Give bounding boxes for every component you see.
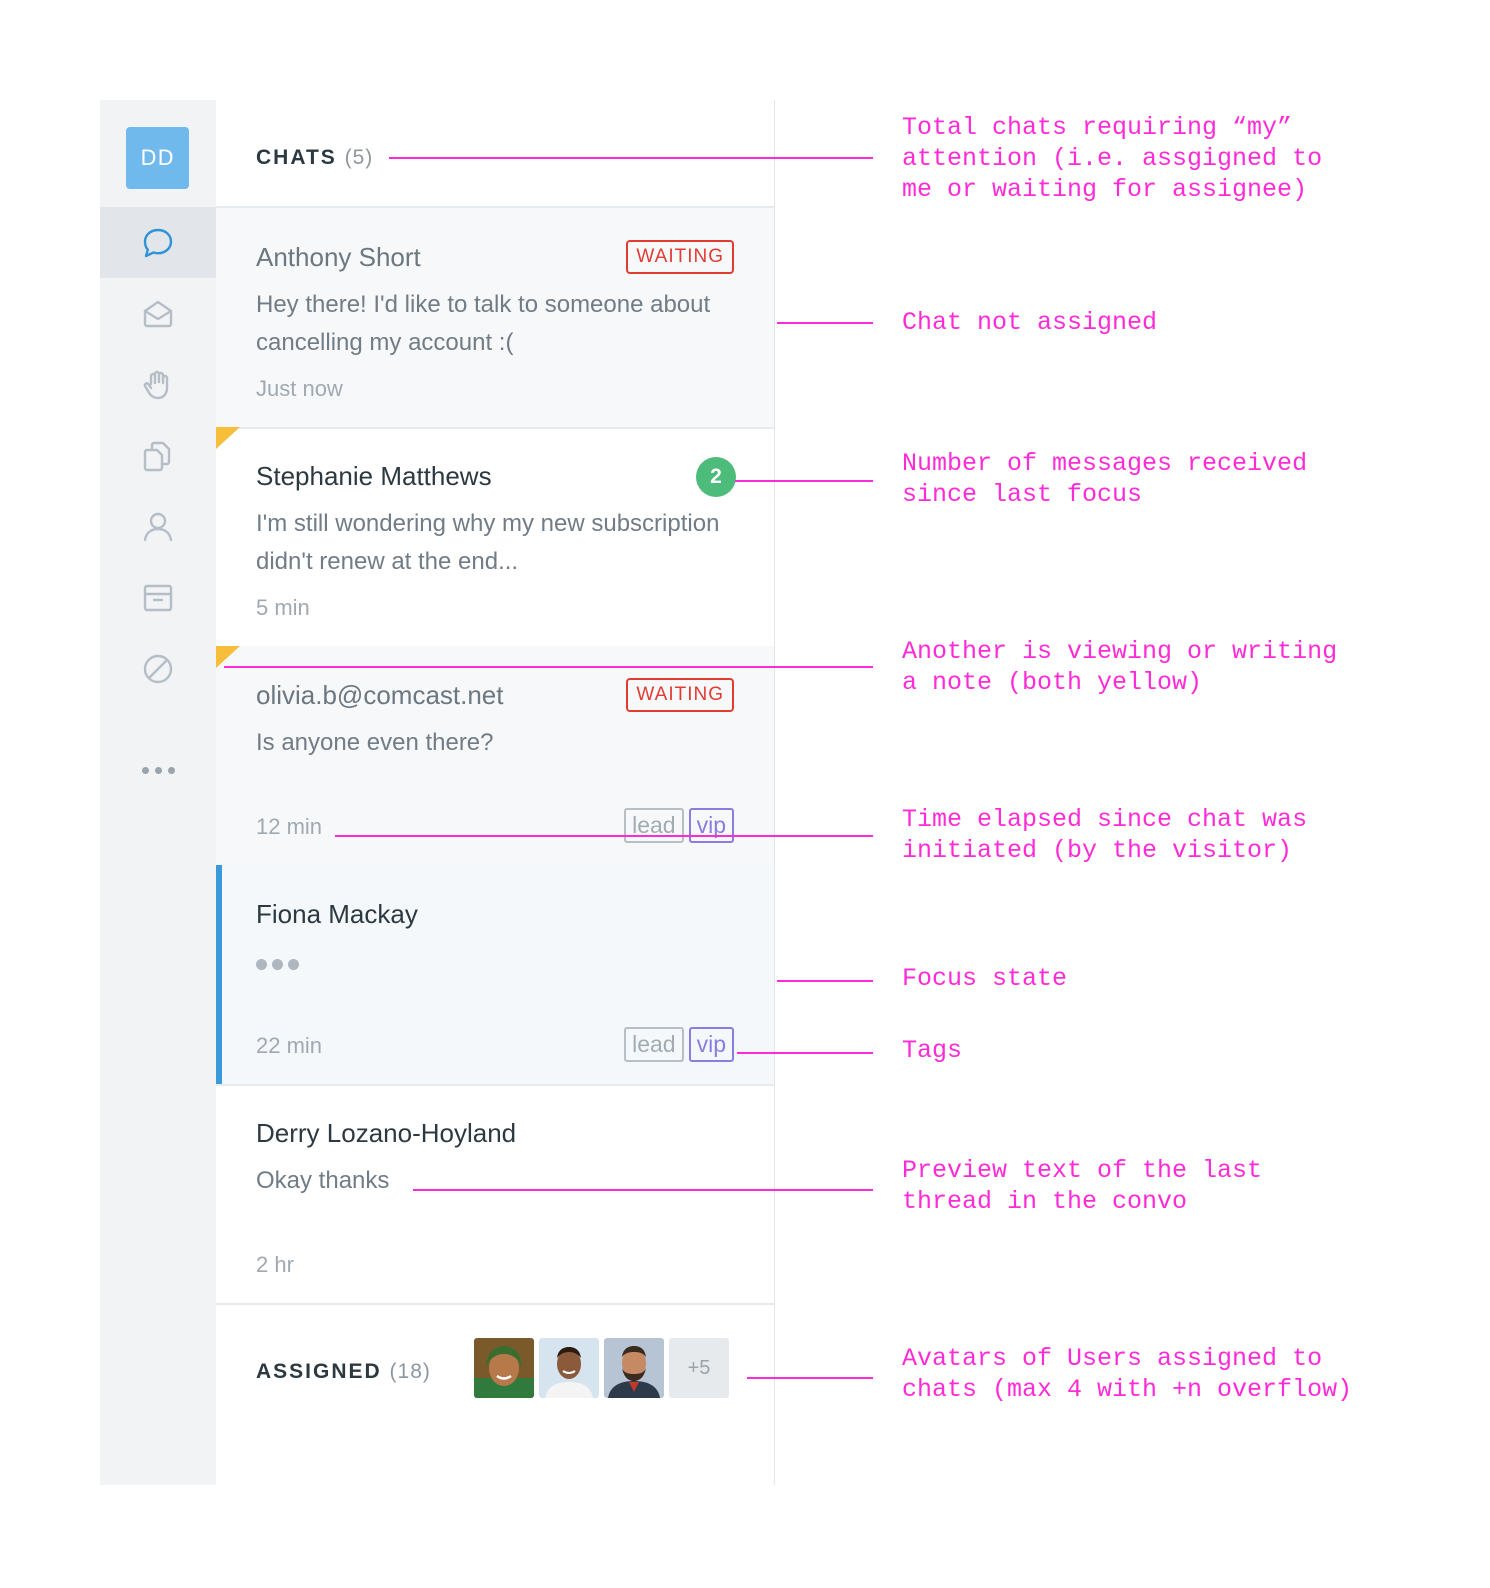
chat-time: Just now (256, 376, 343, 401)
annotation-line (737, 1052, 873, 1054)
chat-item[interactable]: Stephanie Matthews 2 I'm still wondering… (216, 427, 774, 648)
chat-preview: I'm still wondering why my new subscript… (256, 510, 720, 575)
tag-lead[interactable]: lead (624, 808, 684, 843)
chat-time: 5 min (256, 595, 310, 620)
annotation-elapsed-time: Time elapsed since chat was initiated (b… (902, 805, 1308, 865)
chat-name: Stephanie Matthews (256, 461, 492, 491)
tag-list: lead vip (624, 808, 734, 843)
chat-name: Fiona Mackay (256, 899, 418, 929)
focus-indicator (216, 865, 222, 1084)
icon-rail: DD (100, 100, 216, 1485)
annotation-chats-total: Total chats requiring “my” attention (i.… (902, 113, 1323, 204)
tag-vip[interactable]: vip (688, 808, 734, 843)
viewing-indicator (216, 646, 240, 668)
copy-pages-icon (143, 441, 171, 471)
tag-list: lead vip (624, 1027, 734, 1062)
assignee-avatar[interactable] (474, 1338, 534, 1398)
nav-claim[interactable] (100, 349, 216, 420)
chats-count: (5) (344, 146, 374, 169)
chat-preview: Hey there! I'd like to talk to someone a… (256, 291, 711, 356)
chats-section-title: CHATS (5) (256, 146, 374, 169)
waiting-badge: WAITING (626, 678, 734, 712)
nav-pages[interactable] (100, 420, 216, 491)
typing-indicator (256, 959, 299, 970)
raised-hand-icon (143, 370, 169, 399)
chat-name: Derry Lozano-Hoyland (256, 1118, 517, 1148)
nav-blocked[interactable] (100, 633, 216, 704)
chat-bubble-icon (143, 228, 173, 257)
tag-vip[interactable]: vip (688, 1027, 734, 1062)
chat-item[interactable]: Anthony Short WAITING Hey there! I'd lik… (216, 208, 774, 429)
annotation-line (389, 157, 873, 159)
assignee-avatars: +5 (474, 1338, 729, 1398)
annotation-line (335, 835, 873, 837)
tag-lead[interactable]: lead (624, 1027, 684, 1062)
viewing-indicator (216, 427, 240, 449)
chat-time: 2 hr (256, 1252, 294, 1277)
chat-preview: Okay thanks (256, 1167, 390, 1194)
chat-item[interactable]: Derry Lozano-Hoyland Okay thanks 2 hr (216, 1084, 774, 1305)
chat-time: 12 min (256, 814, 323, 839)
annotation-focus-state: Focus state (902, 964, 1068, 993)
annotation-unread-count: Number of messages received since last f… (902, 449, 1308, 509)
annotation-chat-not-assigned: Chat not assigned (902, 308, 1158, 337)
annotation-line (413, 1189, 873, 1191)
annotation-line (224, 666, 873, 668)
blocked-icon (143, 654, 173, 683)
annotation-line (747, 1377, 873, 1379)
chat-item-focused[interactable]: Fiona Mackay 22 min lead vip (216, 865, 774, 1086)
assignee-avatar[interactable] (539, 1338, 599, 1398)
annotation-tags: Tags (902, 1036, 963, 1065)
assigned-count: (18) (389, 1360, 431, 1383)
unread-count-badge: 2 (696, 457, 736, 497)
waiting-badge: WAITING (626, 240, 734, 274)
assigned-section[interactable]: ASSIGNED (18) +5 (216, 1304, 774, 1434)
annotation-line (735, 480, 873, 482)
annotation-line (777, 980, 873, 982)
annotation-assignee-avatars: Avatars of Users assigned to chats (max … (902, 1344, 1353, 1404)
nav-inbox[interactable] (100, 278, 216, 349)
annotation-preview-text: Preview text of the last thread in the c… (902, 1156, 1263, 1216)
user-avatar[interactable]: DD (126, 127, 189, 189)
chat-name: olivia.b@comcast.net (256, 680, 504, 710)
person-icon (143, 512, 173, 541)
chat-time: 22 min (256, 1033, 323, 1058)
assigned-section-title: ASSIGNED (18) (256, 1360, 431, 1383)
archive-box-icon (143, 584, 173, 611)
annotation-viewing-indicator: Another is viewing or writing a note (bo… (902, 637, 1338, 697)
chat-name: Anthony Short (256, 242, 421, 272)
chat-list-panel: CHATS (5) Anthony Short WAITING Hey ther… (216, 100, 775, 1485)
annotation-line (777, 322, 873, 324)
chat-preview: Is anyone even there? (256, 729, 494, 756)
assignee-avatar[interactable] (604, 1338, 664, 1398)
more-icon[interactable] (100, 760, 216, 780)
nav-archive[interactable] (100, 562, 216, 633)
nav-contacts[interactable] (100, 491, 216, 562)
chat-item[interactable]: olivia.b@comcast.net WAITING Is anyone e… (216, 646, 774, 867)
nav-chats[interactable] (100, 207, 216, 278)
assignee-overflow[interactable]: +5 (669, 1338, 729, 1398)
open-envelope-icon (143, 300, 173, 327)
chats-header: CHATS (5) (216, 100, 774, 208)
